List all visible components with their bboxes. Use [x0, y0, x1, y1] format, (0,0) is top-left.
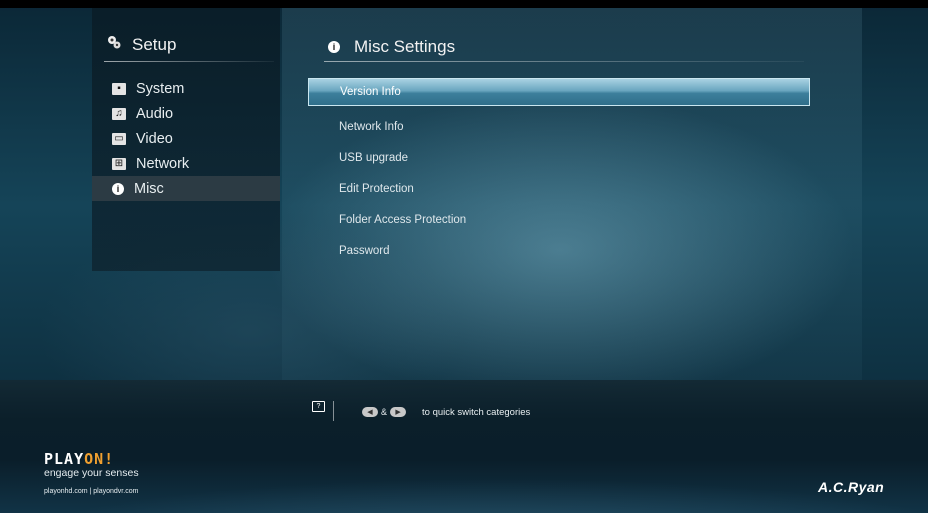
logo-accent: ON!: [84, 450, 115, 468]
panel-divider: [324, 61, 804, 62]
setup-divider: [104, 61, 274, 62]
sidebar-item-label: System: [136, 80, 185, 97]
audio-icon: ♫: [112, 107, 126, 120]
sidebar-item-misc[interactable]: i Misc: [92, 176, 280, 201]
system-icon: ▪: [112, 82, 126, 95]
menu-item-label: Folder Access Protection: [339, 213, 467, 226]
hint-divider: [333, 401, 334, 421]
sidebar-item-audio[interactable]: ♫ Audio: [92, 101, 280, 126]
logo-tagline: engage your senses: [44, 467, 139, 479]
panel-header: i Misc Settings: [328, 37, 455, 57]
right-arrow-key-icon: ▶: [390, 407, 407, 417]
sidebar-item-label: Misc: [134, 180, 164, 197]
menu-item-label: Edit Protection: [339, 182, 414, 195]
navigation-hint: ? ◀ & ▶ to quick switch categories: [312, 391, 530, 421]
menu-item-label: Version Info: [340, 86, 401, 98]
menu-item-network-info[interactable]: Network Info: [308, 111, 810, 142]
sidebar-item-video[interactable]: ▭ Video: [92, 126, 280, 151]
menu-item-label: Password: [339, 244, 390, 257]
acryan-logo: A.C.Ryan: [818, 479, 885, 495]
settings-menu: Version Info Network Info USB upgrade Ed…: [308, 78, 810, 266]
sidebar-item-label: Network: [136, 155, 190, 172]
sidebar-item-label: Audio: [136, 105, 174, 122]
menu-item-edit-protection[interactable]: Edit Protection: [308, 173, 810, 204]
logo-wordmark: PLAYON!: [44, 452, 139, 467]
menu-item-label: Network Info: [339, 120, 404, 133]
remote-icon: ?: [312, 400, 325, 412]
setup-title: Setup: [132, 34, 177, 54]
brand-urls: playonhd.com | playondvr.com: [44, 488, 139, 495]
sidebar-item-label: Video: [136, 130, 173, 147]
menu-item-folder-access-protection[interactable]: Folder Access Protection: [308, 204, 810, 235]
setup-header: Setup: [106, 34, 176, 55]
page-title: Misc Settings: [354, 37, 456, 56]
video-icon: ▭: [112, 132, 126, 145]
settings-panel: i Misc Settings Version Info Network Inf…: [282, 8, 862, 380]
left-arrow-key-icon: ◀: [362, 407, 378, 417]
hint-text: to quick switch categories: [422, 406, 531, 418]
top-strip: [0, 0, 928, 8]
playon-logo: PLAYON! engage your senses: [44, 452, 139, 480]
category-list: ▪ System ♫ Audio ▭ Video ⊞ Network i Mis…: [92, 76, 280, 201]
menu-item-version-info[interactable]: Version Info: [308, 78, 810, 106]
sidebar-item-network[interactable]: ⊞ Network: [92, 151, 280, 176]
hint-amp: &: [381, 407, 388, 417]
network-icon: ⊞: [112, 157, 126, 170]
menu-item-label: USB upgrade: [339, 151, 409, 164]
misc-icon: i: [112, 182, 124, 195]
sidebar-item-system[interactable]: ▪ System: [92, 76, 280, 101]
logo-main: PLAY: [44, 450, 85, 468]
misc-icon: i: [328, 41, 340, 53]
menu-item-password[interactable]: Password: [308, 235, 810, 266]
setup-icon: [106, 34, 122, 55]
setup-sidebar: Setup ▪ System ♫ Audio ▭ Video ⊞ Network…: [92, 8, 280, 271]
menu-item-usb-upgrade[interactable]: USB upgrade: [308, 142, 810, 173]
